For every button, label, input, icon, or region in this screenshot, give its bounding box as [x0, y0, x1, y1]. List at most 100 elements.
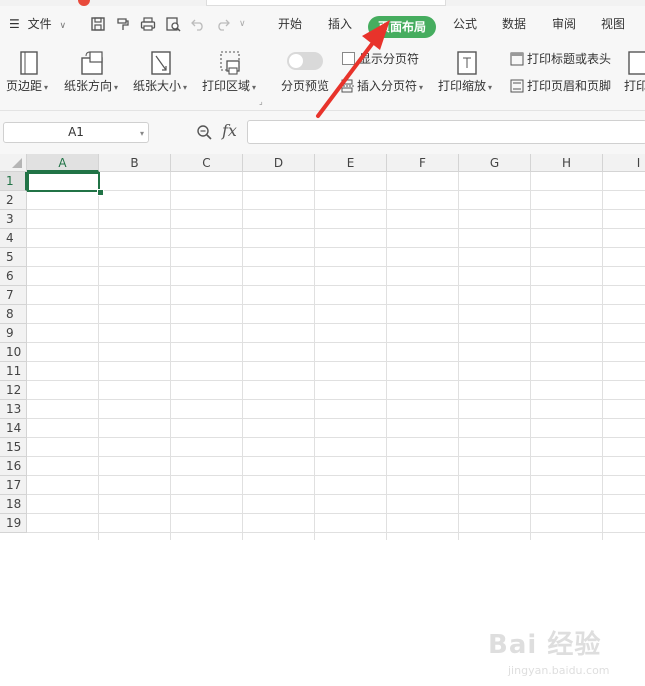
row-gridline: [27, 266, 645, 267]
ribbon: 页边距 ▾ 纸张方向 ▾ 纸张大小 ▾ 打印区域 ▾ ⌟ 分页预览 显示分页符 插入分页…: [0, 42, 645, 111]
print-header-footer-button[interactable]: 打印页眉和页脚: [510, 77, 611, 95]
row-header-8[interactable]: 8: [0, 305, 27, 324]
row-header-12[interactable]: 12: [0, 381, 27, 400]
print-area-icon: [219, 50, 243, 76]
print-titles-button[interactable]: 打印标题或表头: [510, 50, 611, 68]
row-header-13[interactable]: 13: [0, 400, 27, 419]
tab-formulas[interactable]: 公式: [453, 6, 477, 42]
print-preview-icon[interactable]: [165, 16, 181, 32]
more-ribbon-button[interactable]: 打印: [624, 78, 645, 94]
row-header-18[interactable]: 18: [0, 495, 27, 514]
show-page-break-checkbox[interactable]: 显示分页符: [342, 50, 419, 68]
column-header-a[interactable]: A: [27, 154, 99, 172]
watermark-subtext: jingyan.baidu.com: [508, 664, 610, 677]
tab-page-layout[interactable]: 页面布局: [368, 16, 436, 38]
row-header-6[interactable]: 6: [0, 267, 27, 286]
row-header-19[interactable]: 19: [0, 514, 27, 533]
column-header-d[interactable]: D: [243, 154, 315, 172]
row-gridline: [27, 475, 645, 476]
page-break-preview-toggle[interactable]: [287, 52, 323, 70]
tab-data[interactable]: 数据: [502, 6, 526, 42]
row-gridline: [27, 228, 645, 229]
row-gridline: [27, 437, 645, 438]
watermark-text: Bai 经验: [488, 630, 602, 660]
column-header-h[interactable]: H: [531, 154, 603, 172]
row-header-7[interactable]: 7: [0, 286, 27, 305]
undo-icon[interactable]: [190, 16, 206, 32]
search-icon[interactable]: [196, 124, 212, 140]
more-ribbon-icon: [626, 50, 645, 76]
column-header-b[interactable]: B: [99, 154, 171, 172]
spreadsheet-grid[interactable]: ABCDEFGHI 1 2 3 4 5 6 7 8 9 10 11 12 13 14 15 16 17 18 19 …: [0, 154, 645, 677]
column-header-f[interactable]: F: [387, 154, 459, 172]
print-area-label: 打印区域: [202, 79, 251, 93]
save-icon[interactable]: [90, 16, 106, 32]
print-scale-label: 打印缩放: [438, 79, 487, 93]
row-header-4[interactable]: 4: [0, 229, 27, 248]
tab-view[interactable]: 视图: [601, 6, 625, 42]
redo-icon[interactable]: [215, 16, 231, 32]
print-scale-button[interactable]: 打印缩放 ▾: [438, 78, 492, 94]
row-header-1[interactable]: 1: [0, 172, 27, 191]
paper-size-button[interactable]: 纸张大小 ▾: [133, 78, 187, 94]
row-gridline: [27, 342, 645, 343]
row-header-15[interactable]: 15: [0, 438, 27, 457]
orientation-button[interactable]: 纸张方向 ▾: [64, 78, 118, 94]
format-painter-icon[interactable]: [115, 16, 131, 32]
show-page-break-label: 显示分页符: [359, 52, 420, 66]
row-gridline: [27, 399, 645, 400]
tab-review[interactable]: 审阅: [552, 6, 576, 42]
column-header-g[interactable]: G: [459, 154, 531, 172]
formula-input[interactable]: [247, 120, 645, 144]
formula-bar: A1 ▾ fx: [0, 111, 645, 154]
chevron-down-icon: ∨: [59, 21, 67, 31]
print-titles-icon: [510, 52, 524, 66]
print-header-footer-label: 打印页眉和页脚: [527, 79, 612, 93]
row-header-10[interactable]: 10: [0, 343, 27, 362]
dialog-launcher-icon[interactable]: ⌟: [259, 97, 263, 106]
row-header-2[interactable]: 2: [0, 191, 27, 210]
toggle-knob: [289, 54, 303, 68]
name-box[interactable]: A1: [3, 122, 149, 143]
file-menu[interactable]: ☰ 文件 ∨: [9, 6, 66, 42]
paper-size-label: 纸张大小: [133, 79, 182, 93]
column-header-e[interactable]: E: [315, 154, 387, 172]
active-cell-a1[interactable]: [27, 172, 100, 192]
row-gridline: [27, 304, 645, 305]
print-area-button[interactable]: 打印区域 ▾: [202, 78, 256, 94]
row-header-17[interactable]: 17: [0, 476, 27, 495]
tab-insert[interactable]: 插入: [328, 6, 352, 42]
row-gridline: [27, 456, 645, 457]
row-gridline: [27, 323, 645, 324]
row-header-16[interactable]: 16: [0, 457, 27, 476]
file-menu-label: 文件: [27, 17, 52, 31]
margins-icon: [17, 50, 41, 76]
column-header-i[interactable]: I: [603, 154, 645, 172]
row-gridline: [27, 209, 645, 210]
paper-size-icon: [149, 50, 173, 76]
column-header-c[interactable]: C: [171, 154, 243, 172]
row-header-3[interactable]: 3: [0, 210, 27, 229]
menu-bar: ☰ 文件 ∨ ∨ 开始 插入 页面布局 公式 数据 审阅 视图: [0, 6, 645, 42]
tab-home[interactable]: 开始: [278, 6, 302, 42]
watermark: Bai 经验 jingyan.baidu.com: [488, 624, 638, 686]
function-icon[interactable]: fx: [222, 121, 237, 140]
row-header-11[interactable]: 11: [0, 362, 27, 381]
checkbox-box: [342, 52, 355, 65]
fill-handle[interactable]: [97, 189, 104, 196]
margins-label: 页边距: [6, 79, 43, 93]
select-all-corner[interactable]: [0, 154, 27, 172]
print-header-footer-icon: [510, 79, 524, 93]
name-box-dropdown-icon[interactable]: ▾: [140, 129, 144, 138]
row-header-5[interactable]: 5: [0, 248, 27, 267]
row-gridline: [27, 494, 645, 495]
print-icon[interactable]: [140, 16, 156, 32]
select-all-icon: [12, 158, 22, 168]
orientation-label: 纸张方向: [64, 79, 113, 93]
insert-page-break-button[interactable]: 插入分页符 ▾: [340, 77, 423, 95]
row-header-9[interactable]: 9: [0, 324, 27, 343]
quick-access-more-icon[interactable]: ∨: [239, 6, 246, 42]
row-gridline: [27, 247, 645, 248]
margins-button[interactable]: 页边距 ▾: [6, 78, 48, 94]
row-header-14[interactable]: 14: [0, 419, 27, 438]
